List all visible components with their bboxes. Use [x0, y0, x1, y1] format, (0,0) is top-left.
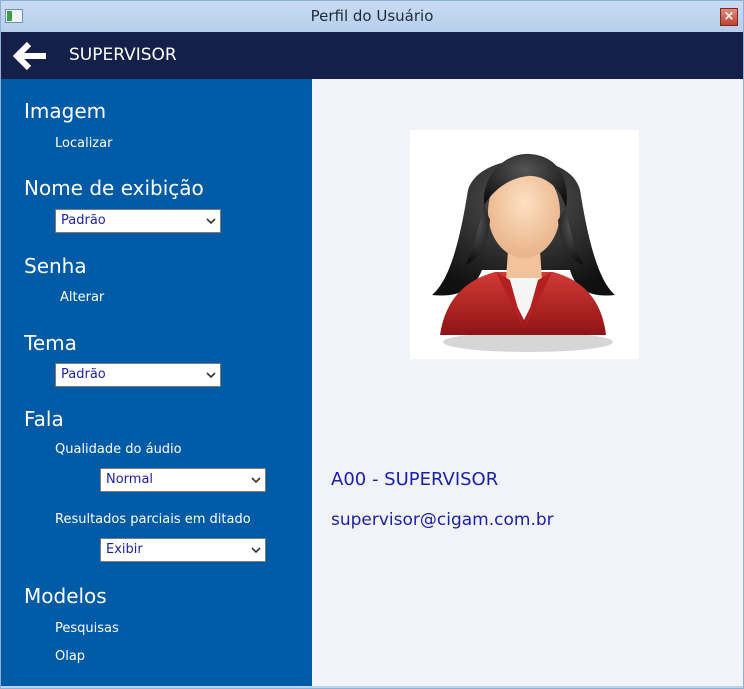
- section-title-senha: Senha: [24, 254, 87, 278]
- tema-select[interactable]: Padrão: [55, 363, 221, 387]
- alterar-senha-link[interactable]: Alterar: [60, 290, 104, 305]
- close-button[interactable]: ×: [720, 8, 738, 26]
- qualidade-audio-value: Normal: [106, 472, 154, 487]
- nome-exibicao-value: Padrão: [61, 213, 106, 228]
- section-title-imagem: Imagem: [24, 99, 107, 123]
- section-title-modelos: Modelos: [24, 584, 107, 608]
- tema-value: Padrão: [61, 367, 106, 382]
- app-window: Perfil do Usuário × SUPERVISOR Imagem Lo…: [0, 0, 744, 689]
- avatar[interactable]: [410, 130, 639, 359]
- olap-link[interactable]: Olap: [55, 649, 85, 664]
- section-title-tema: Tema: [24, 331, 77, 355]
- resultados-parciais-label: Resultados parciais em ditado: [55, 512, 251, 527]
- header-bar: SUPERVISOR: [1, 32, 743, 79]
- user-code: A00 - SUPERVISOR: [331, 469, 499, 490]
- qualidade-audio-select[interactable]: Normal: [100, 468, 266, 492]
- resultados-parciais-value: Exibir: [106, 542, 143, 557]
- title-bar[interactable]: Perfil do Usuário ×: [1, 1, 743, 32]
- window-title: Perfil do Usuário: [310, 7, 434, 25]
- chevron-down-icon: [251, 547, 261, 554]
- settings-sidebar: Imagem Localizar Nome de exibição Padrão…: [1, 79, 312, 686]
- chevron-down-icon: [206, 218, 216, 225]
- qualidade-audio-label: Qualidade do áudio: [55, 442, 182, 457]
- header-user-name: SUPERVISOR: [69, 45, 177, 65]
- profile-main: A00 - SUPERVISOR supervisor@cigam.com.br: [312, 79, 743, 686]
- nome-exibicao-select[interactable]: Padrão: [55, 209, 221, 233]
- pesquisas-link[interactable]: Pesquisas: [55, 621, 119, 636]
- chevron-down-icon: [251, 477, 261, 484]
- user-email: supervisor@cigam.com.br: [331, 510, 554, 530]
- localizar-link[interactable]: Localizar: [55, 136, 112, 151]
- section-title-nome-exibicao: Nome de exibição: [24, 176, 204, 200]
- chevron-down-icon: [206, 372, 216, 379]
- section-title-fala: Fala: [24, 407, 64, 431]
- arrow-left-icon[interactable]: [13, 41, 49, 71]
- resultados-parciais-select[interactable]: Exibir: [100, 538, 266, 562]
